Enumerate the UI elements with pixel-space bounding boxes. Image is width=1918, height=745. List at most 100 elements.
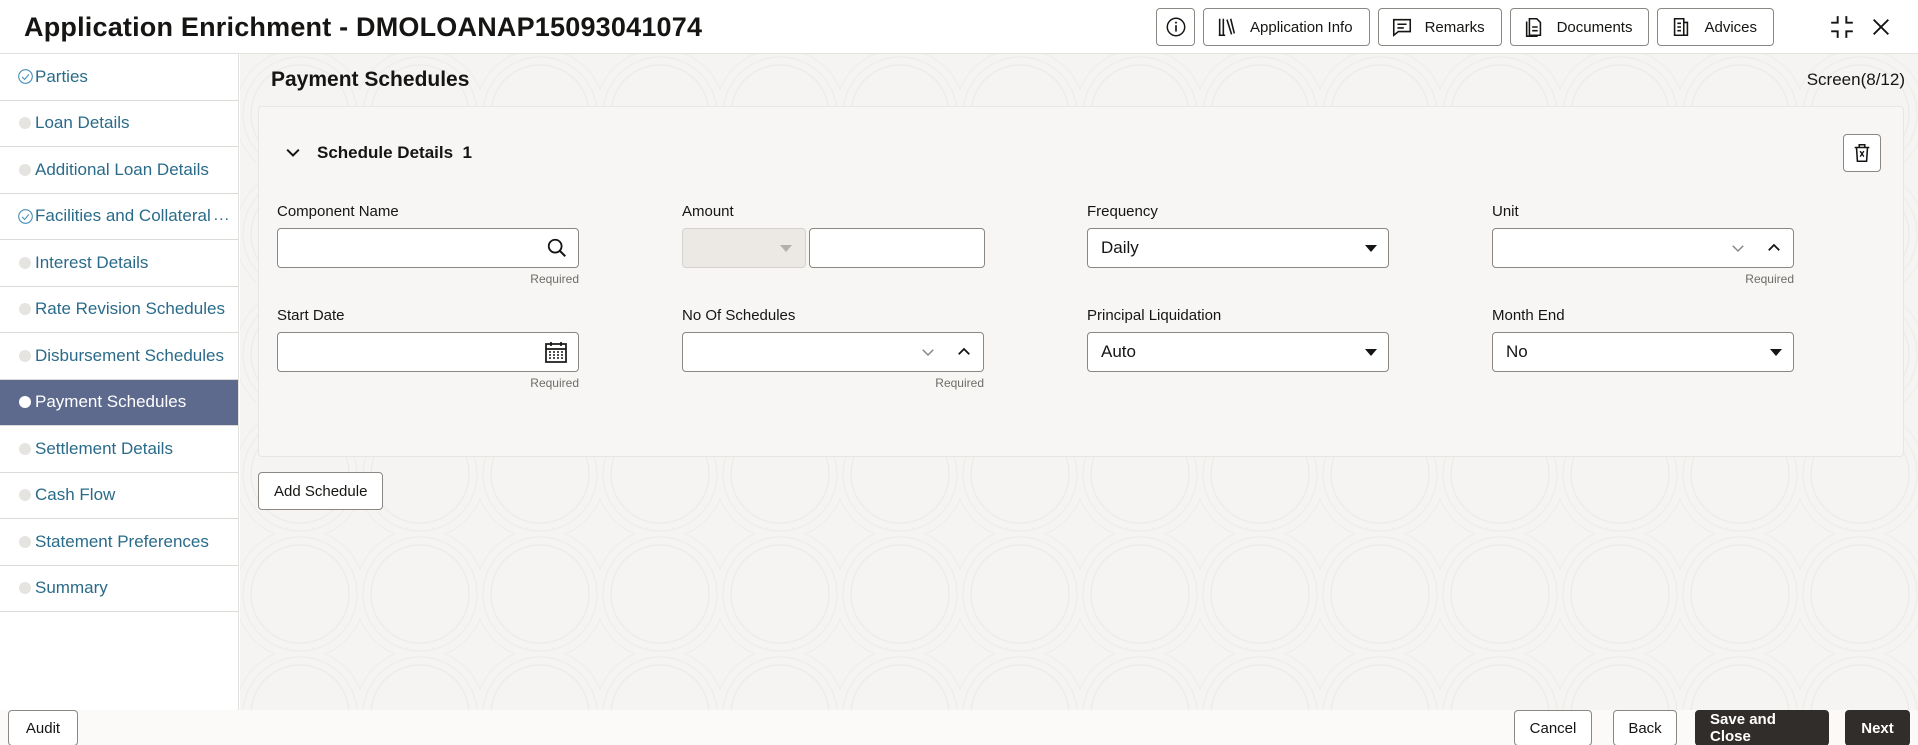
frequency-value: Daily: [1101, 238, 1139, 257]
documents-label: Documents: [1556, 18, 1633, 36]
delete-schedule-button[interactable]: [1843, 134, 1881, 172]
step-dot-icon: [19, 256, 31, 269]
schedule-details-card: Schedule Details 1 Component Name Requir…: [258, 106, 1904, 457]
remarks-button[interactable]: Remarks: [1377, 8, 1502, 46]
sidebar-item-payment-schedules[interactable]: Payment Schedules: [0, 379, 238, 426]
back-button[interactable]: Back: [1613, 710, 1677, 745]
caret-down-icon: [780, 245, 792, 252]
sidebar-item-label: Summary: [35, 578, 108, 598]
sidebar-item-label: Facilities and Collateral: [35, 206, 211, 226]
unit-stepper[interactable]: [1492, 228, 1794, 268]
calendar-icon[interactable]: [544, 340, 568, 364]
sidebar-item-label: Disbursement Schedules: [35, 345, 224, 365]
amount-field: Amount: [682, 203, 985, 268]
required-hint: Required: [1745, 272, 1794, 286]
application-info-button[interactable]: Application Info: [1203, 8, 1370, 46]
next-button[interactable]: Next: [1845, 710, 1910, 745]
sidebar-item-label: Settlement Details: [35, 438, 173, 458]
advices-label: Advices: [1704, 18, 1757, 36]
sidebar-item-facilities-and-collateral[interactable]: Facilities and Collateral ...: [0, 194, 238, 240]
sidebar-item-interest-details[interactable]: Interest Details: [0, 240, 238, 287]
documents-button[interactable]: Documents: [1509, 8, 1650, 46]
frequency-field: Frequency Daily: [1087, 203, 1389, 268]
month-end-field: Month End No: [1492, 307, 1794, 372]
sidebar-item-label: Payment Schedules: [35, 392, 187, 412]
field-label: Component Name: [277, 203, 399, 220]
sidebar-item-settlement-details[interactable]: Settlement Details: [0, 426, 238, 473]
schedule-details-header[interactable]: Schedule Details 1: [283, 143, 472, 163]
expand-icon: [1831, 16, 1853, 38]
check-circle-icon: [18, 69, 33, 85]
step-dot-icon: [19, 163, 31, 176]
chevron-down-icon[interactable]: [1729, 239, 1747, 257]
sidebar-item-label: Parties: [35, 66, 88, 86]
add-schedule-button[interactable]: Add Schedule: [258, 472, 384, 510]
no-of-schedules-stepper[interactable]: [682, 332, 984, 372]
currency-select: [682, 228, 806, 268]
sidebar-item-label: Additional Loan Details: [35, 159, 209, 179]
documents-icon: [1525, 17, 1541, 37]
cancel-button[interactable]: Cancel: [1514, 710, 1592, 745]
more-icon[interactable]: ...: [214, 207, 230, 225]
step-dot-icon: [19, 442, 31, 455]
step-dot-icon: [19, 489, 31, 502]
caret-down-icon: [1365, 245, 1377, 252]
sidebar-nav: Parties Loan Details Additional Loan Det…: [0, 54, 239, 710]
sidebar-item-additional-loan-details[interactable]: Additional Loan Details: [0, 147, 238, 194]
advices-button[interactable]: Advices: [1657, 8, 1774, 46]
required-hint: Required: [530, 272, 579, 286]
info-icon: [1166, 17, 1185, 37]
main-content: Payment Schedules Screen(8/12) Schedule …: [240, 54, 1918, 710]
sidebar-item-statement-preferences[interactable]: Statement Preferences: [0, 519, 238, 566]
chevron-up-icon[interactable]: [1765, 239, 1783, 257]
month-end-value: No: [1506, 342, 1528, 361]
frequency-select[interactable]: Daily: [1087, 228, 1389, 268]
sidebar-item-label: Statement Preferences: [35, 531, 209, 551]
start-date-input[interactable]: [277, 332, 579, 372]
audit-button[interactable]: Audit: [8, 710, 78, 745]
chevron-down-icon[interactable]: [919, 343, 937, 361]
expand-button[interactable]: [1827, 12, 1857, 42]
month-end-select[interactable]: No: [1492, 332, 1794, 372]
chevron-down-icon[interactable]: [283, 143, 303, 163]
info-button[interactable]: [1156, 8, 1195, 46]
caret-down-icon: [1365, 349, 1377, 356]
step-dot-icon: [19, 535, 31, 548]
schedule-details-title: Schedule Details: [317, 143, 454, 162]
header-actions: Application Info Remarks Documents Advic…: [1156, 8, 1774, 46]
required-hint: Required: [530, 376, 579, 390]
required-hint: Required: [935, 376, 984, 390]
sidebar-item-summary[interactable]: Summary: [0, 566, 238, 612]
close-button[interactable]: [1866, 12, 1896, 42]
sidebar-item-label: Cash Flow: [35, 485, 116, 505]
sidebar-item-loan-details[interactable]: Loan Details: [0, 101, 238, 147]
schedule-details-index: 1: [462, 143, 472, 162]
field-label: Frequency: [1087, 203, 1158, 220]
step-dot-icon: [19, 582, 31, 595]
step-dot-icon: [19, 349, 31, 362]
save-and-close-button[interactable]: Save and Close: [1695, 710, 1829, 745]
application-info-label: Application Info: [1250, 18, 1353, 36]
sidebar-item-disbursement-schedules[interactable]: Disbursement Schedules: [0, 333, 238, 380]
field-label: Amount: [682, 203, 734, 220]
principal-liquidation-select[interactable]: Auto: [1087, 332, 1389, 372]
sidebar-item-cash-flow[interactable]: Cash Flow: [0, 473, 238, 519]
check-circle-icon: [18, 208, 33, 224]
field-label: No Of Schedules: [682, 307, 796, 324]
close-icon: [1873, 19, 1889, 35]
principal-liquidation-field: Principal Liquidation Auto: [1087, 307, 1389, 372]
search-icon[interactable]: [546, 237, 568, 259]
chevron-up-icon[interactable]: [955, 343, 973, 361]
field-label: Start Date: [277, 307, 345, 324]
step-dot-icon: [19, 396, 31, 409]
component-name-input[interactable]: [277, 228, 579, 268]
sidebar-item-rate-revision-schedules[interactable]: Rate Revision Schedules: [0, 287, 238, 333]
sidebar-item-parties[interactable]: Parties: [0, 54, 238, 101]
principal-liquidation-value: Auto: [1101, 342, 1136, 361]
screen-counter: Screen(8/12): [1806, 70, 1905, 89]
field-label: Month End: [1492, 307, 1565, 324]
amount-input[interactable]: [809, 228, 985, 268]
sidebar-item-label: Loan Details: [35, 113, 130, 133]
app-title: Application Enrichment - DMOLOANAP150930…: [24, 12, 703, 42]
step-dot-icon: [19, 117, 31, 130]
